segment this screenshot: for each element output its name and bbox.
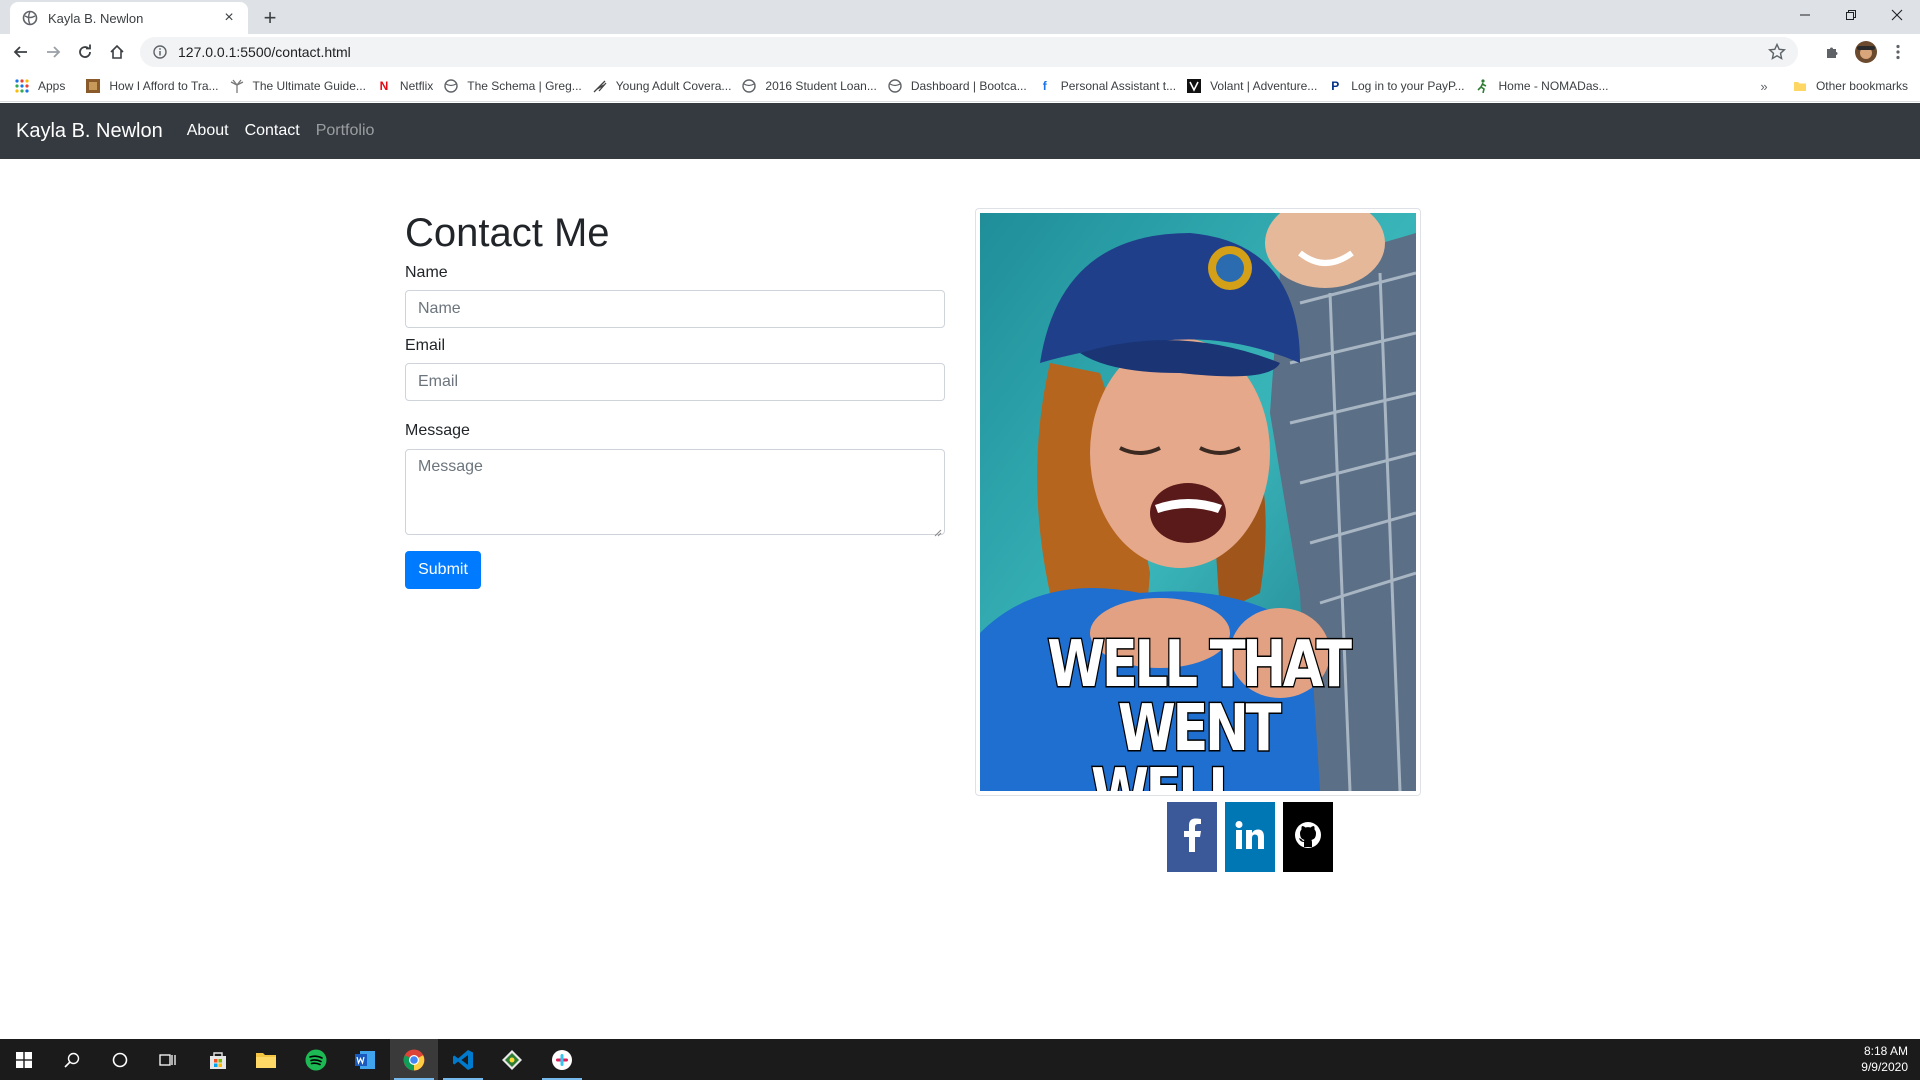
info-icon[interactable] bbox=[152, 44, 168, 60]
meme-photo: WELL THAT WENT WELL.... bbox=[980, 213, 1416, 791]
vscode-icon[interactable] bbox=[439, 1039, 487, 1080]
gitkraken-icon[interactable] bbox=[488, 1039, 536, 1080]
netflix-favicon-icon: N bbox=[379, 78, 389, 93]
slack-icon[interactable] bbox=[538, 1039, 586, 1080]
globe-favicon-icon bbox=[887, 78, 903, 94]
photo-favicon-icon bbox=[85, 78, 101, 94]
resize-grip-icon[interactable] bbox=[934, 524, 942, 536]
message-label: Message bbox=[405, 422, 470, 440]
email-field[interactable]: Email bbox=[405, 363, 945, 402]
restore-icon[interactable] bbox=[1828, 0, 1874, 30]
page-title: Contact Me bbox=[405, 211, 610, 255]
browser-toolbar: 127.0.0.1:5500/contact.html bbox=[0, 34, 1920, 70]
file-explorer-icon[interactable] bbox=[242, 1039, 290, 1080]
forward-arrow-icon[interactable] bbox=[38, 37, 68, 67]
bookmark-apps[interactable]: Apps bbox=[12, 72, 73, 100]
window-controls bbox=[1782, 0, 1920, 30]
close-window-icon[interactable] bbox=[1874, 0, 1920, 30]
minimize-icon[interactable] bbox=[1782, 0, 1828, 30]
v-favicon-icon bbox=[1186, 78, 1202, 94]
store-icon[interactable] bbox=[194, 1039, 242, 1080]
windows-start-icon[interactable] bbox=[0, 1039, 48, 1080]
home-icon[interactable] bbox=[102, 37, 132, 67]
back-arrow-icon[interactable] bbox=[6, 37, 36, 67]
profile-photo-frame: WELL THAT WENT WELL.... bbox=[975, 208, 1421, 796]
word-icon[interactable] bbox=[341, 1039, 389, 1080]
bookmark-item[interactable]: f Personal Assistant t... bbox=[1035, 72, 1184, 100]
new-tab-button[interactable]: + bbox=[258, 5, 282, 30]
message-field[interactable]: Message bbox=[405, 448, 945, 536]
browser-tab-strip: Kayla B. Newlon × + bbox=[0, 0, 1920, 34]
linkedin-link[interactable] bbox=[1225, 802, 1275, 872]
meme-caption-line2: WENT WELL.... bbox=[1090, 692, 1310, 792]
paypal-favicon-icon: P bbox=[1331, 78, 1340, 93]
bookmark-item[interactable]: The Schema | Greg... bbox=[441, 72, 590, 100]
folder-icon bbox=[1792, 78, 1808, 94]
site-navbar: Kayla B. Newlon About Contact Portfolio bbox=[0, 103, 1920, 159]
brand-link[interactable]: Kayla B. Newlon bbox=[16, 120, 163, 143]
bookmark-item[interactable]: Volant | Adventure... bbox=[1184, 72, 1325, 100]
menu-kebab-icon[interactable] bbox=[1883, 37, 1913, 67]
nav-link-portfolio[interactable]: Portfolio bbox=[316, 122, 375, 140]
globe-icon bbox=[22, 10, 38, 26]
bookmark-item[interactable]: 2016 Student Loan... bbox=[739, 72, 884, 100]
meme-caption-line1: WELL THAT bbox=[1046, 628, 1353, 702]
submit-button[interactable]: Submit bbox=[405, 550, 481, 589]
extensions-puzzle-icon[interactable] bbox=[1818, 37, 1848, 67]
linkedin-icon bbox=[1235, 820, 1265, 854]
page-content: Contact Me Name Name Email Email Message… bbox=[0, 159, 1920, 1039]
search-icon[interactable] bbox=[48, 1039, 96, 1080]
bookmark-item[interactable]: Home - NOMADas... bbox=[1472, 72, 1616, 100]
contact-form: Contact Me Name Name Email Email Message… bbox=[405, 209, 945, 589]
bookmark-item[interactable]: The Ultimate Guide... bbox=[227, 72, 374, 100]
feather-favicon-icon bbox=[592, 78, 608, 94]
clock-date: 9/9/2020 bbox=[1861, 1060, 1908, 1074]
name-field[interactable]: Name bbox=[405, 290, 945, 329]
facebook-link[interactable] bbox=[1167, 802, 1217, 872]
url-text: 127.0.0.1:5500/contact.html bbox=[178, 44, 351, 60]
tab-title: Kayla B. Newlon bbox=[48, 10, 144, 26]
bookmark-item[interactable]: How I Afford to Tra... bbox=[83, 72, 226, 100]
clock-time: 8:18 AM bbox=[1863, 1044, 1908, 1058]
message-placeholder: Message bbox=[418, 457, 483, 475]
facebook-icon bbox=[1181, 818, 1203, 857]
bookmarks-overflow-chevron-icon[interactable]: » bbox=[1752, 72, 1776, 100]
apps-grid-icon bbox=[14, 78, 30, 94]
cortana-icon[interactable] bbox=[96, 1039, 144, 1080]
profile-avatar[interactable] bbox=[1851, 37, 1881, 67]
windows-taskbar: 8:18 AM 9/9/2020 bbox=[0, 1039, 1920, 1080]
task-view-icon[interactable] bbox=[144, 1039, 192, 1080]
name-label: Name bbox=[405, 264, 448, 281]
nav-link-about[interactable]: About bbox=[187, 122, 229, 140]
bookmark-item[interactable]: P Log in to your PayP... bbox=[1325, 72, 1472, 100]
bookmark-item[interactable]: Dashboard | Bootca... bbox=[885, 72, 1035, 100]
runner-favicon-icon bbox=[1474, 78, 1490, 94]
bookmark-item[interactable]: Young Adult Covera... bbox=[590, 72, 740, 100]
bookmark-star-icon[interactable] bbox=[1767, 42, 1787, 66]
palm-favicon-icon bbox=[229, 78, 245, 94]
other-bookmarks[interactable]: Other bookmarks bbox=[1792, 72, 1908, 100]
email-label: Email bbox=[405, 337, 446, 355]
address-bar[interactable]: 127.0.0.1:5500/contact.html bbox=[140, 37, 1798, 67]
bookmarks-bar: Apps How I Afford to Tra... The Ultimate… bbox=[0, 70, 1920, 102]
globe-favicon-icon bbox=[443, 78, 459, 94]
globe-favicon-icon bbox=[741, 78, 757, 94]
reload-icon[interactable] bbox=[70, 37, 100, 67]
nav-link-contact[interactable]: Contact bbox=[245, 122, 300, 140]
github-link[interactable] bbox=[1283, 802, 1333, 872]
github-icon bbox=[1294, 821, 1322, 854]
chrome-icon[interactable] bbox=[390, 1039, 438, 1080]
name-placeholder: Name bbox=[418, 300, 461, 318]
f-favicon-icon: f bbox=[1042, 78, 1047, 93]
bookmark-item[interactable]: N Netflix bbox=[374, 72, 441, 100]
system-clock[interactable]: 8:18 AM 9/9/2020 bbox=[1861, 1043, 1908, 1075]
spotify-icon[interactable] bbox=[292, 1039, 340, 1080]
tab-close-icon[interactable]: × bbox=[220, 9, 238, 27]
social-links bbox=[1167, 802, 1333, 872]
browser-tab[interactable]: Kayla B. Newlon × bbox=[10, 2, 248, 34]
email-placeholder: Email bbox=[418, 373, 459, 391]
